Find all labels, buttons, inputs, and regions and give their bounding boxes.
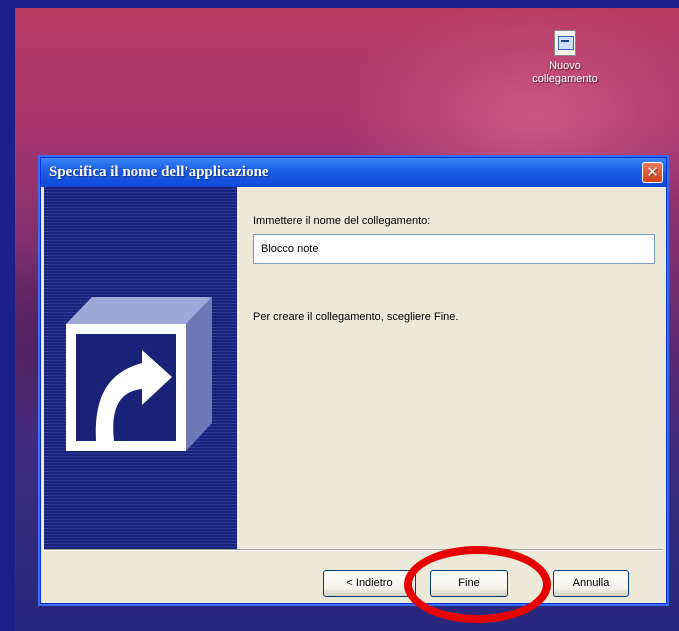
shortcut-caption-line2: collegamento [532,73,598,85]
desktop-shortcut-new-link[interactable]: Nuovo collegamento [515,30,615,86]
shortcut-caption-line1: Nuovo [549,60,581,72]
cancel-button[interactable]: Annulla [553,570,629,597]
shortcut-name-label: Immettere il nome del collegamento: [253,215,431,227]
close-button[interactable]: ✕ [642,162,663,183]
finish-button[interactable]: Fine [430,570,508,597]
shortcut-arrow-icon [66,297,212,451]
desktop-shortcut-label: Nuovo collegamento [515,60,615,86]
shortcut-name-input[interactable] [253,234,655,264]
finish-hint-text: Per creare il collegamento, scegliere Fi… [253,311,459,323]
create-shortcut-dialog: Specifica il nome dell'applicazione ✕ Im… [40,157,667,604]
button-separator [44,549,663,551]
dialog-titlebar[interactable]: Specifica il nome dell'applicazione ✕ [41,158,666,187]
shortcut-file-icon [554,30,576,56]
close-icon: ✕ [646,163,659,181]
dialog-title: Specifica il nome dell'applicazione [49,164,269,180]
wizard-side-panel [44,187,237,549]
back-button[interactable]: < Indietro [323,570,416,597]
